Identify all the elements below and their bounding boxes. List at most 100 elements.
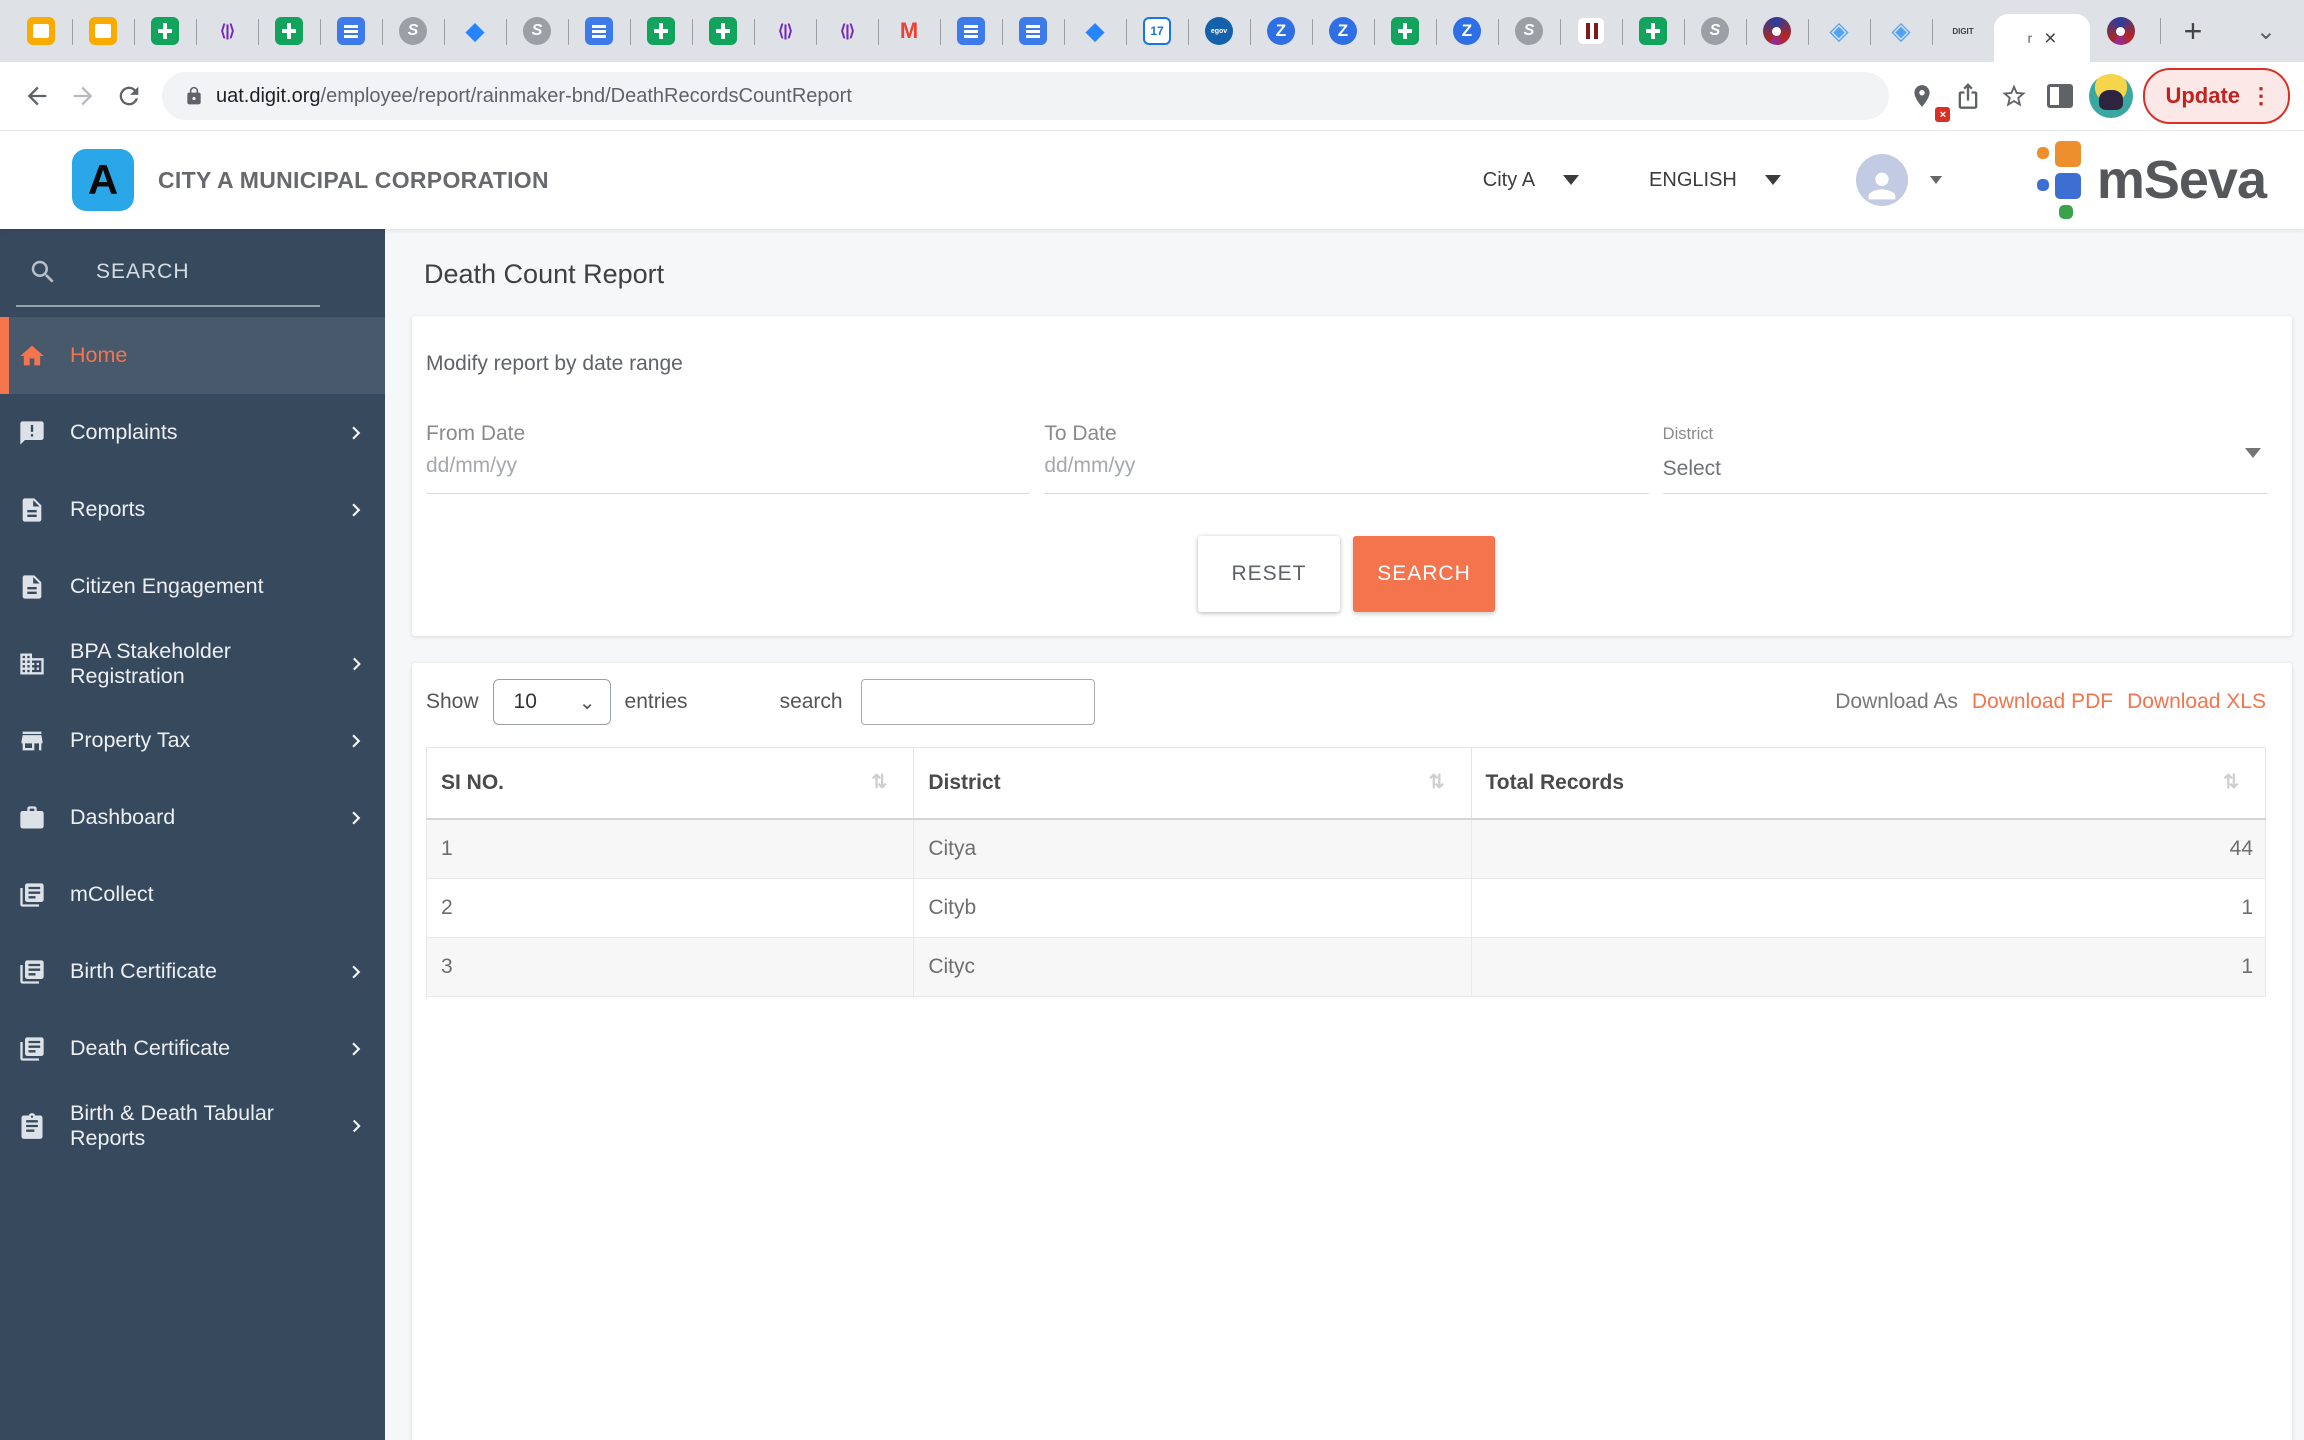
pinned-tab-globe[interactable] xyxy=(1684,0,1746,62)
pinned-tab-globe[interactable] xyxy=(1498,0,1560,62)
pinned-tab-google-sheets[interactable] xyxy=(1622,0,1684,62)
from-date-label: From Date xyxy=(426,422,526,445)
pinned-tab-zimbra[interactable] xyxy=(1250,0,1312,62)
bookmark-button[interactable] xyxy=(1991,73,2037,119)
pinned-tab-google-slides[interactable] xyxy=(72,0,134,62)
chevron-right-icon xyxy=(343,497,369,523)
table-search-input[interactable] xyxy=(860,679,1095,725)
sort-icon[interactable]: ⇅ xyxy=(871,771,887,794)
district-label: District xyxy=(1662,425,1714,443)
pinned-tab-google-docs[interactable] xyxy=(568,0,630,62)
sidebar-item-dashboard[interactable]: Dashboard xyxy=(0,779,385,856)
pinned-tab-google-slides[interactable] xyxy=(10,0,72,62)
pinned-tab-code-brackets[interactable] xyxy=(816,0,878,62)
browser-menu-icon[interactable]: ⋮ xyxy=(2250,85,2272,107)
pinned-tab-red-swirl[interactable] xyxy=(2090,0,2152,62)
sidebar-item-reports[interactable]: Reports xyxy=(0,471,385,548)
back-button[interactable] xyxy=(14,73,60,119)
city-selector[interactable]: City A xyxy=(1483,169,1580,192)
page-size-select[interactable]: 10 ⌄ xyxy=(492,679,611,725)
sidebar-item-citizen-engagement[interactable]: Citizen Engagement xyxy=(0,548,385,625)
pinned-tab-zimbra[interactable] xyxy=(1312,0,1374,62)
active-tab[interactable]: r × xyxy=(1994,14,2090,62)
google-slides-favicon xyxy=(89,17,117,45)
pinned-tab-egov[interactable] xyxy=(1188,0,1250,62)
new-tab-button[interactable]: + xyxy=(2169,7,2217,55)
sidebar-search[interactable]: SEARCH xyxy=(16,241,320,307)
caret-down-icon[interactable] xyxy=(1929,176,1942,184)
pinned-tab-maroon-bars[interactable] xyxy=(1560,0,1622,62)
pinned-tab-google-sheets[interactable] xyxy=(630,0,692,62)
column-header-si-no[interactable]: SI NO. ⇅ xyxy=(425,747,915,820)
pinned-tab-google-docs[interactable] xyxy=(1002,0,1064,62)
pinned-tab-digit[interactable] xyxy=(1932,0,1994,62)
district-select[interactable]: District Select xyxy=(1662,422,2267,494)
column-header-district[interactable]: District ⇅ xyxy=(913,747,1472,820)
side-panel-button[interactable] xyxy=(2037,73,2083,119)
to-date-field[interactable]: To Date dd/mm/yy xyxy=(1044,422,1649,494)
sidebar-menu: Home Complaints Reports Citizen Engagement B… xyxy=(0,317,385,1164)
pinned-tab-jira-diamond[interactable] xyxy=(444,0,506,62)
sidebar-item-label: BPA Stakeholder Registration xyxy=(70,638,231,688)
table-cell: 1 xyxy=(425,818,915,879)
report-table: SI NO. ⇅ District ⇅ Total Records ⇅ 1 Citya 44 2… xyxy=(425,747,2267,997)
from-date-field[interactable]: From Date dd/mm/yy xyxy=(426,422,1031,494)
close-icon[interactable]: × xyxy=(2044,28,2056,49)
location-pin-icon xyxy=(1909,83,1935,109)
reset-button[interactable]: RESET xyxy=(1198,536,1340,612)
pinned-tab-google-sheets[interactable] xyxy=(1374,0,1436,62)
column-header-total-records[interactable]: Total Records ⇅ xyxy=(1470,747,2267,820)
caret-down-icon xyxy=(1764,175,1781,185)
pinned-tab-google-sheets[interactable] xyxy=(258,0,320,62)
store-icon xyxy=(18,727,46,755)
tab-search-icon[interactable]: ⌄ xyxy=(2256,17,2276,46)
pinned-tab-gmail[interactable] xyxy=(878,0,940,62)
reload-button[interactable] xyxy=(106,73,152,119)
sort-icon[interactable]: ⇅ xyxy=(1429,771,1445,794)
user-avatar[interactable] xyxy=(1855,154,1908,206)
pinned-tab-zimbra[interactable] xyxy=(1436,0,1498,62)
pinned-tab-code-brackets[interactable] xyxy=(196,0,258,62)
pinned-tab-google-docs[interactable] xyxy=(320,0,382,62)
pinned-tab-red-swirl[interactable] xyxy=(1746,0,1808,62)
sidebar-item-birth-certificate[interactable]: Birth Certificate xyxy=(0,933,385,1010)
forward-button[interactable] xyxy=(60,73,106,119)
clipboard-icon xyxy=(18,1112,46,1140)
browser-profile-avatar[interactable] xyxy=(2089,74,2134,118)
sidebar-item-property-tax[interactable]: Property Tax xyxy=(0,702,385,779)
share-button[interactable] xyxy=(1945,73,1991,119)
google-calendar-favicon xyxy=(1143,17,1171,45)
pinned-tab-google-sheets[interactable] xyxy=(134,0,196,62)
chevron-right-icon xyxy=(343,420,369,446)
pinned-tab-blue-gem[interactable] xyxy=(1808,0,1870,62)
pinned-tab-google-calendar[interactable] xyxy=(1126,0,1188,62)
download-xls-link[interactable]: Download XLS xyxy=(2127,690,2266,714)
sidebar-item-birth-death-tabular-reports[interactable]: Birth & Death Tabular Reports xyxy=(0,1087,385,1164)
download-pdf-link[interactable]: Download PDF xyxy=(1972,690,2113,714)
pinned-tab-globe[interactable] xyxy=(506,0,568,62)
sidebar-item-label: Home xyxy=(70,343,128,367)
book-icon xyxy=(18,1035,46,1063)
pinned-tab-google-docs[interactable] xyxy=(940,0,1002,62)
language-selector[interactable]: ENGLISH xyxy=(1649,169,1781,192)
sort-icon[interactable]: ⇅ xyxy=(2223,771,2239,794)
sidebar-item-complaints[interactable]: Complaints xyxy=(0,394,385,471)
sidebar-item-death-certificate[interactable]: Death Certificate xyxy=(0,1010,385,1087)
from-date-placeholder: dd/mm/yy xyxy=(426,454,518,477)
pinned-tab-code-brackets[interactable] xyxy=(754,0,816,62)
location-permission-button[interactable]: × xyxy=(1899,73,1951,122)
sidebar-item-bpa-stakeholder-registration[interactable]: BPA Stakeholder Registration xyxy=(0,625,385,702)
sidebar-item-label: Birth Certificate xyxy=(70,959,217,983)
search-button[interactable]: SEARCH xyxy=(1353,536,1495,612)
pinned-tab-google-sheets[interactable] xyxy=(692,0,754,62)
pinned-tab-blue-gem[interactable] xyxy=(1870,0,1932,62)
blue-gem-favicon xyxy=(1825,17,1853,45)
chrome-update-button[interactable]: Update ⋮ xyxy=(2143,68,2290,124)
sidebar-item-home[interactable]: Home xyxy=(0,317,385,394)
address-bar[interactable]: uat.digit.org/employee/report/rainmaker-… xyxy=(162,72,1890,120)
code-brackets-favicon xyxy=(833,17,861,45)
pinned-tab-jira-diamond[interactable] xyxy=(1064,0,1126,62)
sidebar-item-mcollect[interactable]: mCollect xyxy=(0,856,385,933)
pinned-tab-globe[interactable] xyxy=(382,0,444,62)
active-tab-title: r xyxy=(2027,30,2033,46)
